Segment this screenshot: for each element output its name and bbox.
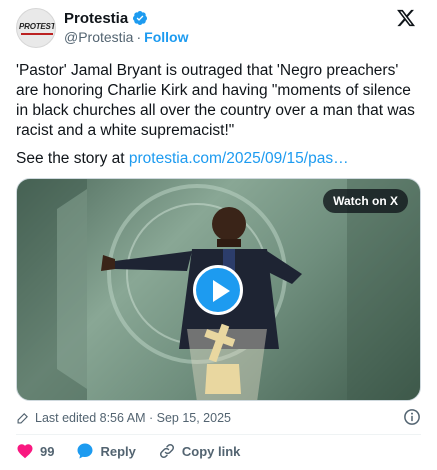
tweet-card: PROTESTIA Protestia @Protestia · Follow …: [0, 0, 437, 470]
name-row: Protestia: [64, 9, 148, 27]
copy-link-label: Copy link: [181, 443, 241, 459]
separator: ·: [136, 29, 142, 45]
story-link[interactable]: protestia.com/2025/09/15/pas…: [129, 150, 349, 167]
avatar-logo-bar: [21, 33, 53, 35]
like-count: 99: [40, 443, 55, 459]
like-button[interactable]: 99: [16, 442, 54, 460]
verified-icon: [133, 11, 148, 25]
reply-button[interactable]: Reply: [76, 442, 136, 460]
edited-meta: Last edited 8:56 AM · Sep 15, 2025: [16, 409, 231, 427]
display-name[interactable]: Protestia: [64, 10, 128, 27]
handle[interactable]: @Protestia: [64, 29, 133, 45]
watch-on-x-button[interactable]: Watch on X: [323, 189, 408, 213]
avatar-logo-text: PROTESTIA: [19, 22, 56, 31]
heart-icon: [17, 444, 33, 459]
reply-icon: [77, 443, 93, 459]
tweet-text: 'Pastor' Jamal Bryant is outraged that '…: [16, 62, 415, 139]
pencil-icon: [17, 413, 28, 424]
x-logo-icon[interactable]: [395, 8, 417, 28]
action-bar: 99 Reply Copy link: [16, 440, 262, 462]
link-icon: [159, 443, 174, 459]
reply-label: Reply: [100, 443, 136, 459]
story-prefix: See the story at: [16, 150, 129, 167]
play-button[interactable]: [193, 265, 243, 315]
copy-link-button[interactable]: Copy link: [158, 442, 241, 460]
video-media[interactable]: Watch on X: [16, 178, 421, 401]
divider: [16, 434, 421, 435]
info-icon[interactable]: [403, 408, 421, 426]
handle-row: @Protestia · Follow: [64, 29, 188, 45]
edited-timestamp[interactable]: Last edited 8:56 AM · Sep 15, 2025: [35, 411, 231, 425]
tweet-story-line: See the story at protestia.com/2025/09/1…: [16, 149, 421, 169]
follow-button[interactable]: Follow: [144, 29, 188, 45]
avatar[interactable]: PROTESTIA: [16, 8, 56, 48]
